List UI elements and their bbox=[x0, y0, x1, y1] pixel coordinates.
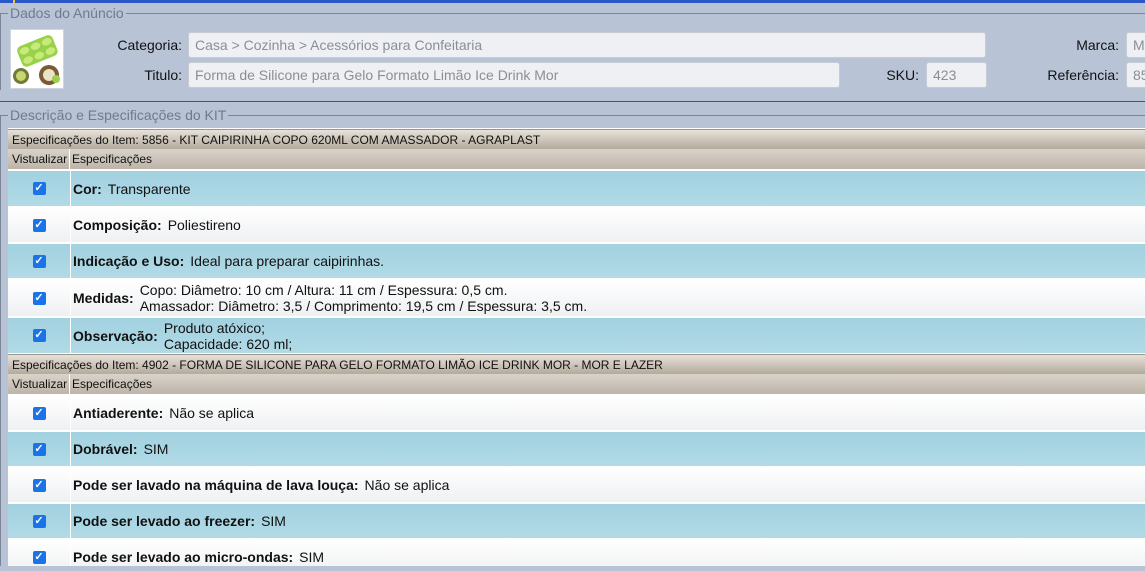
spec-value: Ideal para preparar caipirinhas. bbox=[190, 253, 385, 269]
column-header-specs: Especificações bbox=[72, 377, 153, 391]
spec-value: Copo: Diâmetro: 10 cm / Altura: 11 cm / … bbox=[139, 282, 508, 298]
spec-value: SIM bbox=[143, 441, 169, 457]
product-image bbox=[11, 30, 63, 88]
spec-row: ✓ Composição: Poliestireno bbox=[8, 206, 1145, 242]
view-checkbox[interactable]: ✓ bbox=[32, 478, 46, 492]
spec-value: Não se aplica bbox=[364, 477, 450, 493]
spec-name: Pode ser levado ao freezer: bbox=[73, 513, 256, 529]
kit-specs-table: Especificações do Item: 5856 - KIT CAIPI… bbox=[8, 128, 1145, 566]
fieldset-border bbox=[0, 13, 8, 14]
spec-row: ✓ Pode ser levado ao micro-ondas: SIM bbox=[8, 538, 1145, 566]
sku-field[interactable]: 423 bbox=[926, 62, 987, 88]
section-divider bbox=[0, 101, 1145, 102]
view-checkbox[interactable]: ✓ bbox=[32, 254, 46, 268]
spec-row: ✓ Cor: Transparente bbox=[8, 169, 1145, 206]
spec-name: Indicação e Uso: bbox=[73, 253, 185, 269]
view-checkbox[interactable]: ✓ bbox=[32, 406, 46, 420]
spec-value: Capacidade: 620 ml; bbox=[163, 335, 293, 352]
spec-value: SIM bbox=[299, 549, 325, 565]
product-thumbnail[interactable] bbox=[10, 29, 64, 89]
reference-label: Referência: bbox=[1047, 67, 1119, 83]
spec-row: ✓ Medidas: Copo: Diâmetro: 10 cm / Altura… bbox=[8, 278, 1145, 316]
spec-value: Transparente bbox=[107, 180, 191, 197]
spec-name: Dobrável: bbox=[73, 441, 138, 457]
brand-field[interactable]: Mo bbox=[1126, 32, 1145, 58]
category-field[interactable]: Casa > Cozinha > Acessórios para Confeit… bbox=[188, 32, 986, 58]
spec-row: ✓ Antiaderente: Não se aplica bbox=[8, 394, 1145, 430]
top-accent-bar bbox=[0, 0, 1145, 3]
reference-field[interactable]: 85 bbox=[1126, 62, 1145, 88]
view-checkbox[interactable]: ✓ bbox=[32, 218, 46, 232]
brand-label: Marca: bbox=[1076, 37, 1119, 53]
top-accent-marker bbox=[13, 0, 15, 3]
spec-name: Medidas: bbox=[73, 290, 134, 306]
view-checkbox[interactable]: ✓ bbox=[32, 514, 46, 528]
table-column-headers: Vistualizar Especificações bbox=[8, 374, 1145, 394]
fieldset-border bbox=[0, 115, 8, 116]
kit-section-legend: Descrição e Especificações do KIT bbox=[8, 107, 229, 123]
spec-row: ✓ Pode ser lavado na máquina de lava lou… bbox=[8, 466, 1145, 502]
title-field[interactable]: Forma de Silicone para Gelo Formato Limã… bbox=[188, 62, 840, 88]
spec-name: Pode ser lavado na máquina de lava louça… bbox=[73, 477, 359, 493]
sku-label: SKU: bbox=[886, 67, 919, 83]
column-header-specs: Especificações bbox=[72, 152, 153, 166]
fieldset-border bbox=[0, 13, 1, 90]
spec-row: ✓ Pode ser levado ao freezer: SIM bbox=[8, 502, 1145, 538]
bottom-edge bbox=[0, 566, 1145, 571]
view-checkbox[interactable]: ✓ bbox=[32, 442, 46, 456]
spec-name: Cor: bbox=[73, 180, 102, 197]
view-checkbox[interactable]: ✓ bbox=[32, 182, 46, 195]
spec-value: SIM bbox=[261, 513, 286, 529]
ad-section-legend: Dados do Anúncio bbox=[8, 5, 126, 21]
title-label: Titulo: bbox=[144, 67, 182, 83]
spec-value: Produto atóxico; bbox=[163, 319, 265, 336]
spec-name: Observação: bbox=[73, 327, 158, 344]
spec-name: Antiaderente: bbox=[73, 405, 164, 421]
spec-row: ✓ Dobrável: SIM bbox=[8, 430, 1145, 466]
spec-name: Pode ser levado ao micro-ondas: bbox=[73, 549, 294, 565]
item-header: Especificações do Item: 4902 - FORMA DE … bbox=[8, 354, 1145, 374]
fieldset-border bbox=[228, 115, 1145, 116]
spec-name: Composição: bbox=[73, 217, 162, 233]
spec-value: Não se aplica bbox=[169, 405, 255, 421]
category-label: Categoria: bbox=[117, 37, 182, 53]
view-checkbox[interactable]: ✓ bbox=[32, 329, 46, 342]
column-header-view: Vistualizar bbox=[8, 149, 70, 169]
spec-value: Amassador: Diâmetro: 3,5 / Comprimento: … bbox=[139, 298, 588, 314]
fieldset-border bbox=[0, 115, 1, 571]
table-column-headers: Vistualizar Especificações bbox=[8, 149, 1145, 169]
spec-row: ✓ Observação: Produto atóxico; Capacidade:… bbox=[8, 316, 1145, 353]
item-header: Especificações do Item: 5856 - KIT CAIPI… bbox=[8, 129, 1145, 149]
spec-row: ✓ Indicação e Uso: Ideal para preparar ca… bbox=[8, 242, 1145, 278]
spec-value: Poliestireno bbox=[167, 217, 241, 233]
view-checkbox[interactable]: ✓ bbox=[32, 550, 46, 564]
column-header-view: Vistualizar bbox=[8, 374, 70, 394]
fieldset-border bbox=[126, 13, 1145, 14]
view-checkbox[interactable]: ✓ bbox=[32, 291, 46, 305]
